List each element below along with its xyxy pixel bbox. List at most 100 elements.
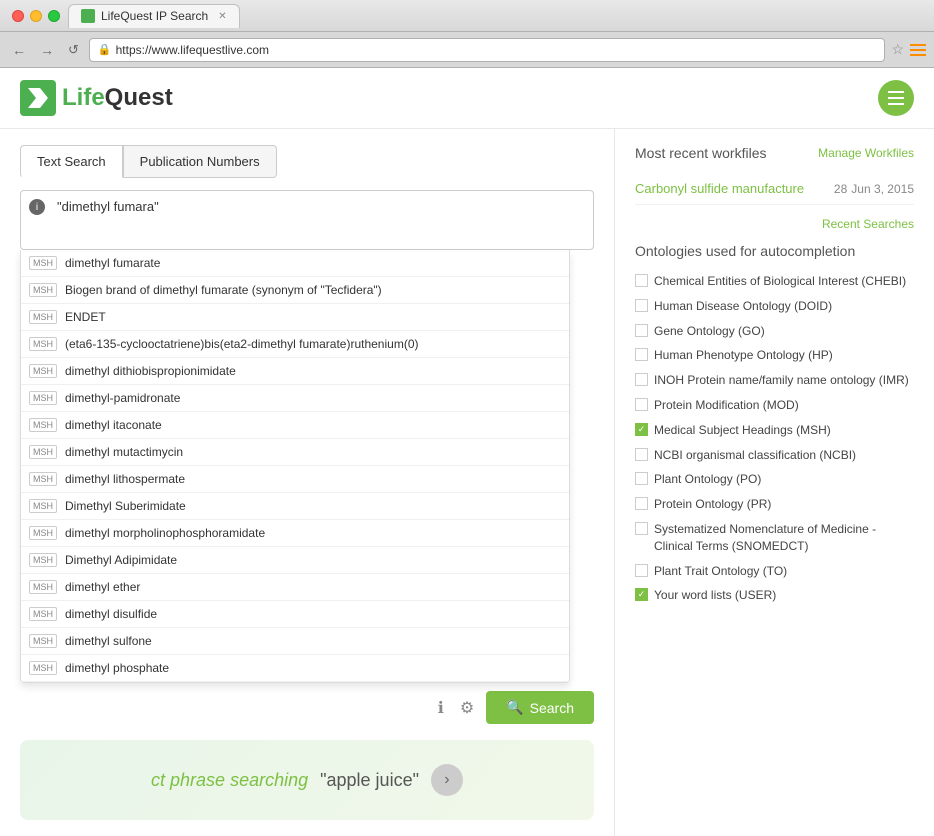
back-button[interactable]: ← [8, 40, 30, 60]
workfile-meta: 28Jun 3, 2015 [834, 182, 914, 196]
ontologies-list: Chemical Entities of Biological Interest… [635, 269, 914, 608]
autocomplete-item-text: dimethyl mutactimycin [65, 445, 183, 459]
msh-badge: MSH [29, 634, 57, 648]
autocomplete-item[interactable]: MSHdimethyl-pamidronate [21, 385, 569, 412]
autocomplete-item-text: dimethyl phosphate [65, 661, 169, 675]
ontology-item: Medical Subject Headings (MSH) [635, 418, 914, 443]
right-panel: Most recent workfiles Manage Workfiles C… [614, 129, 934, 836]
main-layout: Text Search Publication Numbers i "dimet… [0, 129, 934, 836]
phrase-arrow-button[interactable]: › [431, 764, 463, 796]
workfiles-title: Most recent workfiles [635, 145, 766, 161]
minimize-window-btn[interactable] [30, 10, 42, 22]
ontology-label: Human Phenotype Ontology (HP) [654, 347, 833, 364]
autocomplete-item[interactable]: MSHdimethyl phosphate [21, 655, 569, 682]
hamburger-line-3 [888, 103, 904, 105]
msh-badge: MSH [29, 283, 57, 297]
autocomplete-item[interactable]: MSHdimethyl mutactimycin [21, 439, 569, 466]
ontology-checkbox[interactable] [635, 324, 648, 337]
hamburger-line-1 [888, 91, 904, 93]
autocomplete-item[interactable]: MSHENDET [21, 304, 569, 331]
logo: LifeQuest [20, 80, 173, 116]
ontology-checkbox[interactable] [635, 497, 648, 510]
browser-menu-button[interactable] [910, 44, 926, 56]
logo-quest: Quest [105, 84, 173, 111]
autocomplete-item-text: (eta6-135-cyclooctatriene)bis(eta2-dimet… [65, 337, 418, 351]
ontology-checkbox[interactable] [635, 588, 648, 601]
msh-badge: MSH [29, 364, 57, 378]
ontology-checkbox[interactable] [635, 299, 648, 312]
hamburger-menu-button[interactable] [878, 80, 914, 116]
tab-close-icon[interactable]: ✕ [218, 11, 226, 22]
autocomplete-item[interactable]: MSHdimethyl itaconate [21, 412, 569, 439]
ontology-label: Plant Ontology (PO) [654, 471, 761, 488]
tab-text-search[interactable]: Text Search [20, 145, 123, 178]
forward-button[interactable]: → [36, 40, 58, 60]
autocomplete-item[interactable]: MSHdimethyl dithiobispropionimidate [21, 358, 569, 385]
settings-button[interactable]: ⚙ [456, 694, 478, 722]
ontology-checkbox[interactable] [635, 398, 648, 411]
reload-button[interactable]: ↺ [64, 40, 83, 60]
ontology-checkbox[interactable] [635, 274, 648, 287]
maximize-window-btn[interactable] [48, 10, 60, 22]
search-button[interactable]: 🔍 Search [486, 691, 594, 724]
autocomplete-item[interactable]: MSHdimethyl ether [21, 574, 569, 601]
search-info-icon: i [29, 199, 45, 215]
ontology-checkbox[interactable] [635, 348, 648, 361]
msh-badge: MSH [29, 499, 57, 513]
msh-badge: MSH [29, 607, 57, 621]
ontology-item: Human Phenotype Ontology (HP) [635, 343, 914, 368]
tab-title: LifeQuest IP Search [101, 9, 208, 23]
info-button[interactable]: ℹ [434, 694, 448, 722]
autocomplete-item[interactable]: MSHdimethyl fumarate [21, 250, 569, 277]
autocomplete-item-text: dimethyl fumarate [65, 256, 160, 270]
ontology-checkbox[interactable] [635, 448, 648, 461]
ontology-item: NCBI organismal classification (NCBI) [635, 443, 914, 468]
address-bar[interactable]: 🔒 https://www.lifequestlive.com [89, 38, 886, 62]
ontology-label: Medical Subject Headings (MSH) [654, 422, 831, 439]
autocomplete-item[interactable]: MSH Dimethyl Suberimidate [21, 493, 569, 520]
phrase-searching-text: ct phrase searching [151, 770, 308, 791]
ontology-checkbox[interactable] [635, 472, 648, 485]
ontology-label: Systematized Nomenclature of Medicine - … [654, 521, 914, 555]
ontology-item: INOH Protein name/family name ontology (… [635, 368, 914, 393]
ontology-item: Human Disease Ontology (DOID) [635, 294, 914, 319]
autocomplete-item[interactable]: MSHDimethyl Adipimidate [21, 547, 569, 574]
ontology-label: Protein Ontology (PR) [654, 496, 771, 513]
ontology-label: Human Disease Ontology (DOID) [654, 298, 832, 315]
autocomplete-item-text: dimethyl disulfide [65, 607, 157, 621]
search-tabs: Text Search Publication Numbers [20, 145, 594, 178]
autocomplete-item[interactable]: MSHBiogen brand of dimethyl fumarate (sy… [21, 277, 569, 304]
workfile-name[interactable]: Carbonyl sulfide manufacture [635, 181, 804, 196]
autocomplete-item-text: dimethyl itaconate [65, 418, 162, 432]
close-window-btn[interactable] [12, 10, 24, 22]
ontology-checkbox[interactable] [635, 373, 648, 386]
recent-searches-link[interactable]: Recent Searches [635, 217, 914, 231]
ontology-checkbox[interactable] [635, 423, 648, 436]
logo-icon [20, 80, 56, 116]
ontology-label: NCBI organismal classification (NCBI) [654, 447, 856, 464]
ontology-item: Plant Trait Ontology (TO) [635, 559, 914, 584]
autocomplete-item[interactable]: MSH(eta6-135-cyclooctatriene)bis(eta2-di… [21, 331, 569, 358]
ontology-label: Protein Modification (MOD) [654, 397, 799, 414]
autocomplete-item-text: Dimethyl Suberimidate [65, 499, 186, 513]
msh-badge: MSH [29, 553, 57, 567]
url-text: https://www.lifequestlive.com [116, 43, 269, 57]
browser-tab[interactable]: LifeQuest IP Search ✕ [68, 4, 240, 28]
phrase-searching-area: ct phrase searching "apple juice" › [20, 740, 594, 820]
search-toolbar: ℹ ⚙ 🔍 Search [20, 683, 594, 732]
manage-workfiles-link[interactable]: Manage Workfiles [818, 146, 914, 160]
ontologies-title: Ontologies used for autocompletion [635, 243, 914, 259]
bookmark-button[interactable]: ☆ [891, 41, 904, 58]
ontology-checkbox[interactable] [635, 522, 648, 535]
autocomplete-item[interactable]: MSH dimethyl disulfide [21, 601, 569, 628]
traffic-lights [12, 10, 60, 22]
browser-toolbar: ← → ↺ 🔒 https://www.lifequestlive.com ☆ [0, 32, 934, 68]
ontology-label: Plant Trait Ontology (TO) [654, 563, 787, 580]
autocomplete-item[interactable]: MSHdimethyl morpholinophosphoramidate [21, 520, 569, 547]
autocomplete-item[interactable]: MSHdimethyl sulfone [21, 628, 569, 655]
ontology-item: Protein Ontology (PR) [635, 492, 914, 517]
autocomplete-item[interactable]: MSHdimethyl lithospermate [21, 466, 569, 493]
ontology-item: Plant Ontology (PO) [635, 467, 914, 492]
tab-publication-numbers[interactable]: Publication Numbers [123, 145, 277, 178]
ontology-checkbox[interactable] [635, 564, 648, 577]
